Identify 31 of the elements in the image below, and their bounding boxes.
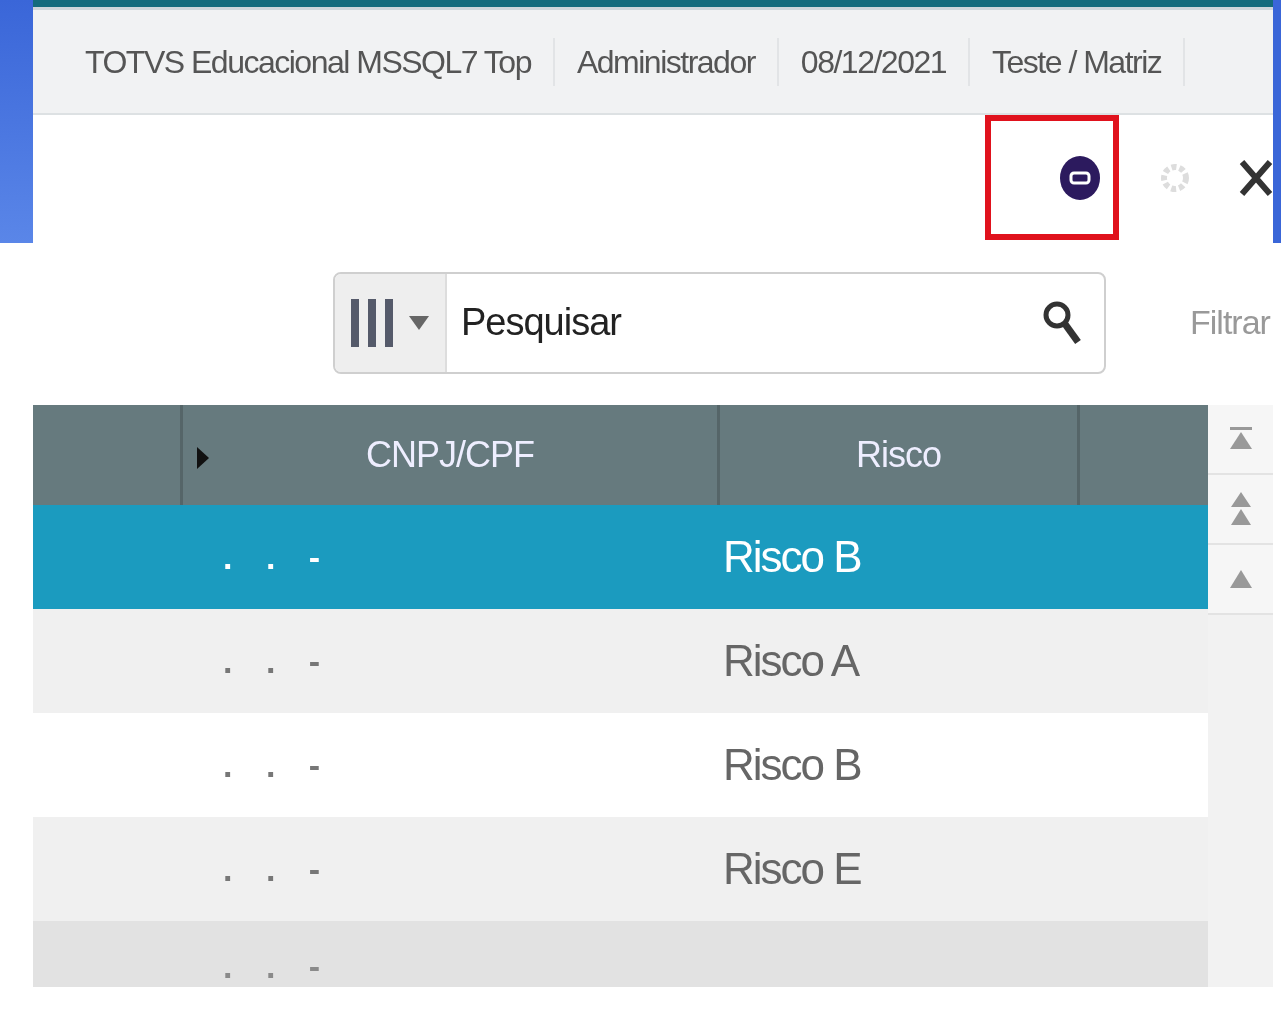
risk-cell-text: Risco A [723,635,859,687]
cnpj-cell-text: . . - [222,946,334,987]
double-up-icon [1229,492,1252,526]
row-indicator-icon [197,447,209,469]
info-bar-item: 08/12/2021 [778,37,970,86]
up-arrow-icon [1229,570,1252,588]
table-row[interactable]: . . - [33,921,1208,987]
info-bar-item: Teste / Matriz [970,37,1186,86]
scroll-up-button[interactable] [1208,545,1273,615]
table-row[interactable]: . . - Risco E [33,817,1208,921]
columns-icon [351,298,395,347]
risk-cell-text: Risco B [723,739,861,791]
risk-cell-text: Risco E [723,843,861,895]
info-bar-item: TOTVS Educacional MSSQL7 Top [63,37,555,86]
table-row[interactable]: . . - Risco B [33,505,1208,609]
close-icon[interactable] [1239,157,1273,198]
cnpj-cell-text: . . - [222,744,334,786]
page-up-button[interactable] [1208,475,1273,545]
search-icon[interactable] [1042,299,1082,346]
risk-cell-text: Risco B [723,531,861,583]
scroll-top-icon [1229,427,1252,451]
scroll-top-button[interactable] [1208,405,1273,475]
caret-icon [409,315,429,330]
info-bar-item: Administrador [554,37,779,86]
cnpj-cell-text: . . - [222,848,334,890]
table-row[interactable]: . . - Risco A [33,609,1208,713]
columns-dropdown-button[interactable] [335,273,447,372]
search-field[interactable]: Pesquisar [333,271,1106,374]
cnpj-cell-text: . . - [222,536,334,578]
cnpj-cell-text: . . - [222,640,334,682]
filter-link[interactable]: Filtrar [1190,297,1270,348]
